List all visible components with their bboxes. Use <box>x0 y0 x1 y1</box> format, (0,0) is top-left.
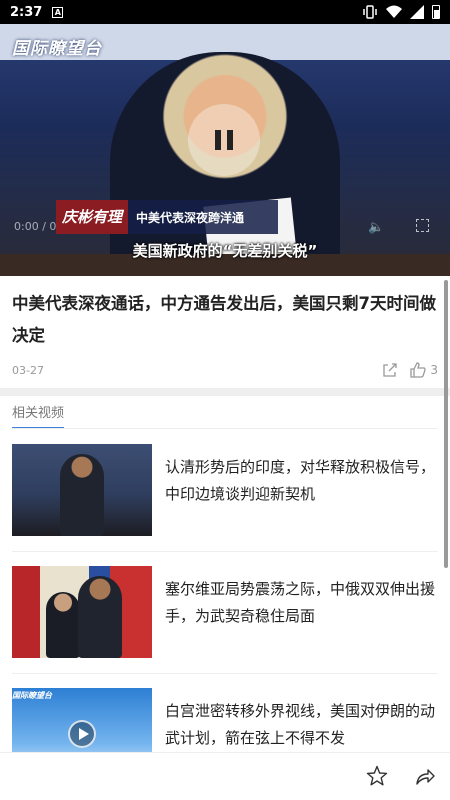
like-button[interactable]: 3 <box>410 362 438 378</box>
news-banner: 庆彬有理 中美代表深夜跨洋通 <box>56 200 279 234</box>
share-icon[interactable] <box>382 362 398 378</box>
article-title: 中美代表深夜通话，中方通告发出后，美国只剩7天时间做决定 <box>12 294 436 345</box>
status-bar: 2:37 A <box>0 0 450 24</box>
status-time: 2:37 <box>10 4 43 20</box>
wifi-icon <box>386 5 402 18</box>
forward-icon[interactable] <box>414 765 436 791</box>
video-thumbnail[interactable] <box>12 444 152 536</box>
notification-a-icon: A <box>52 6 64 18</box>
banner-tag: 庆彬有理 <box>56 200 129 234</box>
thumbnail-person-right <box>78 576 122 658</box>
article-actions: 3 <box>382 362 438 378</box>
status-icons <box>362 5 440 19</box>
vibrate-icon <box>363 5 377 19</box>
related-video-title[interactable]: 认清形势后的印度，对华释放积极信号，中印边境谈判迎新契机 <box>165 454 440 508</box>
related-video-list: 认清形势后的印度，对华释放积极信号，中印边境谈判迎新契机 塞尔维亚局势震荡之际，… <box>0 430 450 796</box>
thumbnail-person-left <box>46 592 80 658</box>
thumbs-up-icon <box>410 362 427 378</box>
signal-icon <box>410 5 424 19</box>
thumbnail-channel-logo: 国际瞭望台 <box>12 691 52 700</box>
thumbnail-speaker <box>60 454 104 536</box>
channel-logo: 国际瞭望台 <box>12 39 102 59</box>
banner-headline: 中美代表深夜跨洋通 <box>128 200 279 234</box>
related-video-item[interactable]: 认清形势后的印度，对华释放积极信号，中印边境谈判迎新契机 <box>12 430 438 552</box>
related-heading-line <box>12 428 438 429</box>
pause-icon-bar <box>227 130 233 150</box>
video-subtitle: 美国新政府的“无差别关税” <box>132 242 318 260</box>
play-icon[interactable] <box>68 720 96 748</box>
pause-icon <box>215 130 221 150</box>
article-meta: 03-27 3 <box>0 352 450 380</box>
scrollbar[interactable] <box>444 280 448 568</box>
article-date: 03-27 <box>12 363 44 377</box>
related-video-item[interactable]: 塞尔维亚局势震荡之际，中俄双双伸出援手，为武契奇稳住局面 <box>12 552 438 674</box>
article-header: 中美代表深夜通话，中方通告发出后，美国只剩7天时间做决定 03-27 3 <box>0 276 450 380</box>
battery-icon <box>432 5 440 19</box>
related-videos-heading: 相关视频 <box>12 402 65 429</box>
like-count: 3 <box>430 363 438 377</box>
pause-button[interactable] <box>188 104 260 176</box>
video-player[interactable]: 国际瞭望台 0:00 / 0:05 🔈 庆彬有理 中美代表深夜跨洋通 美国新政府… <box>0 24 450 276</box>
section-divider <box>0 388 450 396</box>
related-video-title[interactable]: 塞尔维亚局势震荡之际，中俄双双伸出援手，为武契奇稳住局面 <box>165 576 440 630</box>
video-thumbnail[interactable] <box>12 566 152 658</box>
fullscreen-icon[interactable] <box>416 219 429 232</box>
related-video-title[interactable]: 白宫泄密转移外界视线，美国对伊朗的动武计划，箭在弦上不得不发 <box>165 698 440 752</box>
star-icon[interactable] <box>366 765 388 791</box>
bottom-toolbar <box>0 752 450 800</box>
volume-icon[interactable]: 🔈 <box>368 220 384 235</box>
